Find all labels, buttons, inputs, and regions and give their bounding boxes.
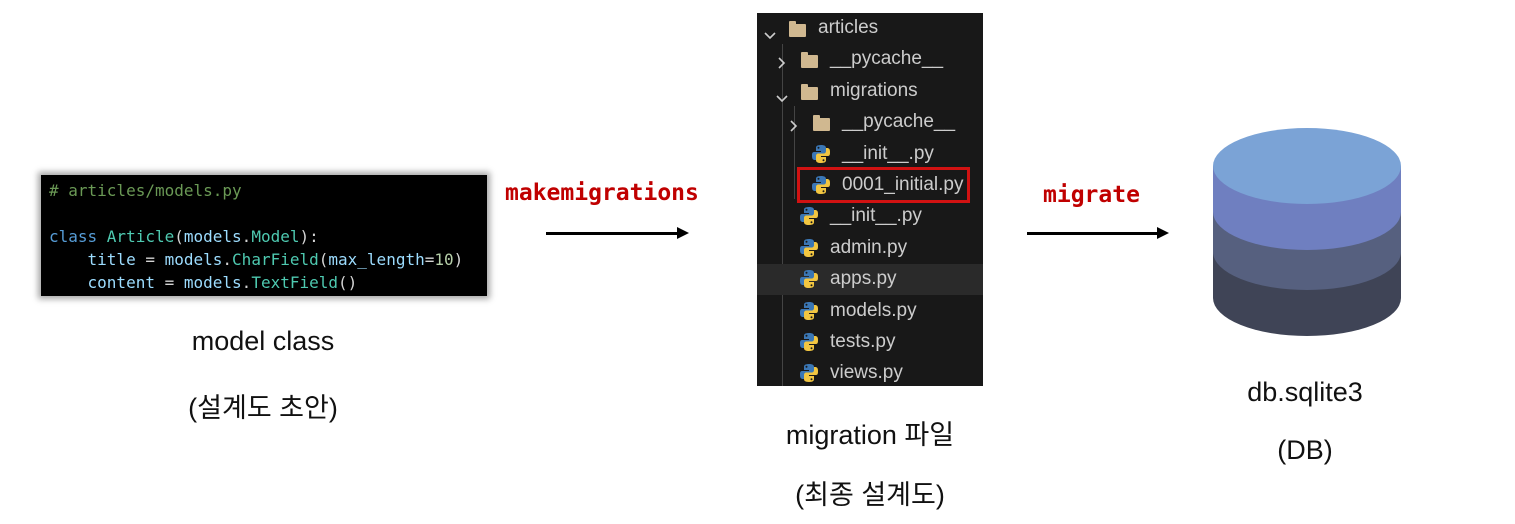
explorer-row-label: __pycache__ [830, 48, 944, 70]
chevron-right-icon[interactable] [778, 53, 788, 69]
code-token: models [183, 227, 242, 246]
python-file-icon [799, 332, 819, 352]
explorer-row-label: migrations [830, 79, 918, 101]
explorer-file-row[interactable]: __init__.py [757, 201, 983, 232]
folder-open-icon [789, 21, 806, 37]
code-token: = [154, 273, 184, 292]
explorer-folder-row[interactable]: __pycache__ [757, 107, 983, 138]
code-token: TextField [251, 273, 339, 292]
makemigrations-arrow-head-icon [677, 227, 689, 239]
folder-open-icon [801, 83, 818, 100]
explorer-row-label: tests.py [830, 331, 896, 352]
code-line-class: class Article(models.Model): [49, 225, 487, 248]
explorer-file-row[interactable]: views.py [757, 358, 983, 389]
code-token: ): [299, 227, 319, 246]
code-token: models [164, 250, 223, 269]
code-token: title [87, 250, 136, 269]
explorer-row-label: apps.py [830, 268, 897, 290]
explorer-row-label: models.py [830, 299, 917, 321]
migrate-arrow-line [1027, 232, 1158, 235]
code-token: = [424, 250, 435, 269]
chevron-down-icon[interactable] [776, 87, 788, 102]
code-line-title: title = models.CharField(max_length=10) [49, 248, 487, 271]
code-token: . [241, 227, 252, 246]
code-token: . [241, 273, 252, 292]
python-file-icon [799, 301, 819, 321]
explorer-row-label: __init__.py [830, 205, 922, 227]
code-token: . [222, 250, 233, 269]
model-class-subcaption: (설계도 초안) [188, 393, 338, 423]
explorer-row-label: articles [818, 17, 879, 38]
db-subcaption: (DB) [1277, 435, 1333, 465]
makemigrations-label: makemigrations [505, 180, 699, 206]
code-token: () [338, 273, 358, 292]
explorer-file-row[interactable]: __init__.py [757, 139, 983, 170]
code-comment: # articles/models.py [49, 181, 242, 200]
chevron-right-icon[interactable] [790, 116, 800, 132]
model-class-caption: model class [191, 326, 335, 356]
code-token: ( [318, 250, 329, 269]
python-file-icon [811, 144, 831, 164]
code-token: class [49, 227, 107, 246]
code-token: Model [251, 227, 300, 246]
explorer-file-row[interactable]: models.py [757, 296, 983, 327]
code-line-content: content = models.TextField() [49, 271, 487, 294]
explorer-folder-row[interactable]: articles [757, 13, 983, 44]
explorer-row-label: admin.py [830, 236, 908, 258]
code-token: 10 [434, 250, 454, 269]
explorer-file-row[interactable]: tests.py [757, 327, 983, 358]
code-token: Article [106, 227, 175, 246]
code-token: CharField [232, 250, 319, 269]
database-icon [1213, 128, 1401, 336]
code-token: = [135, 250, 165, 269]
migrate-arrow-head-icon [1157, 227, 1169, 239]
migration-file-subcaption: (최종 설계도) [795, 480, 945, 510]
explorer-row-label: __init__.py [842, 142, 934, 164]
migration-file-caption: migration 파일 [785, 420, 955, 450]
python-file-icon [799, 206, 819, 226]
explorer-row-label: views.py [830, 362, 903, 384]
python-file-icon [799, 269, 819, 289]
explorer-folder-row[interactable]: __pycache__ [757, 44, 983, 75]
explorer-folder-row[interactable]: migrations [757, 76, 983, 107]
folder-icon [813, 115, 830, 132]
code-token: max_length [328, 250, 425, 269]
explorer-file-row[interactable]: admin.py [757, 233, 983, 264]
migrate-label: migrate [1043, 182, 1140, 208]
python-file-icon [799, 363, 819, 383]
chevron-down-icon[interactable] [764, 24, 776, 40]
initial-migration-highlight-box [797, 167, 970, 203]
database-top-ellipse [1213, 128, 1401, 204]
code-token: ) [453, 250, 464, 269]
explorer-file-row[interactable]: apps.py [757, 264, 983, 296]
explorer-row-label: __pycache__ [842, 111, 956, 133]
makemigrations-arrow-line [546, 232, 678, 235]
code-token: content [87, 273, 155, 292]
code-block: # articles/models.py class Article(model… [41, 175, 487, 296]
code-token: ( [174, 227, 184, 246]
folder-icon [801, 52, 818, 69]
python-file-icon [799, 238, 819, 258]
code-token: models [183, 273, 242, 292]
db-file-caption: db.sqlite3 [1247, 377, 1363, 407]
